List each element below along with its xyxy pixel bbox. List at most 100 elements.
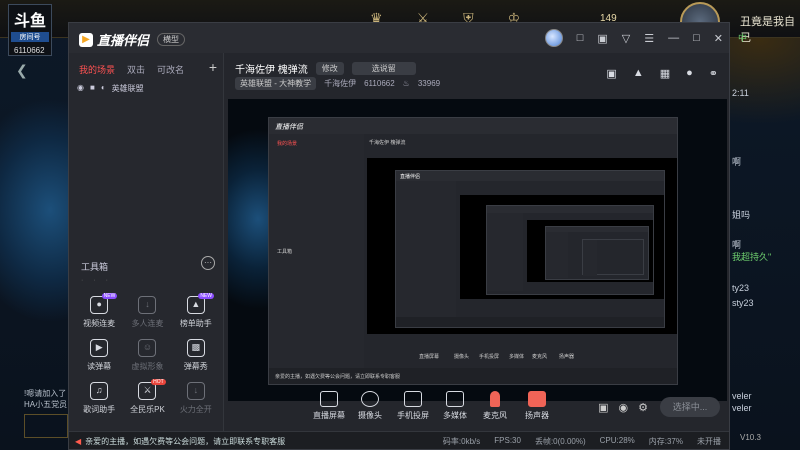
danmu-show-icon: ▩ [186, 339, 205, 357]
stream-stats: 码率:0kb/s FPS:30 丢帧:0(0.00%) CPU:28% 内存:3… [443, 436, 721, 447]
tab-my-scenes[interactable]: 我的场景 [79, 63, 115, 76]
titlebar-controls: □ ▣ ▽ ☰ — □ ✕ [544, 29, 723, 47]
stream-title-row: 千海佐伊 槐弹流 修改 选说留 [235, 61, 416, 76]
bottom-toolbar: 直播屏幕 摄像头 手机投屏 多媒体 麦克风 扬声器 ▣ ◉ ⚙ 选择中... [225, 391, 730, 431]
tool-fire[interactable]: ↓ 火力全开 [172, 382, 220, 415]
nested-preview-1: 直播伴侣 我的场景 千海佐伊 槐弹流 工具箱 亲爱的主播，如遇欠费等公会问题，请… [268, 117, 678, 385]
hot-badge: HOT [151, 379, 166, 385]
tool-read-danmu[interactable]: ▶ 读弹幕 [75, 339, 123, 372]
stat-bitrate: 码率:0kb/s [442, 437, 481, 446]
stream-title: 千海佐伊 槐弹流 [235, 65, 308, 76]
stream-preview[interactable]: 直播伴侣 我的场景 千海佐伊 槐弹流 工具箱 亲爱的主播，如遇欠费等公会问题，请… [228, 99, 727, 401]
scene-panel: 我的场景 双击 可改名 + ◉ ■ ◐ 英雄联盟 工具箱 ··· ··· ● N… [69, 53, 224, 431]
game-room-id: 6110662 [14, 46, 45, 55]
game-version: V10.3 [740, 433, 761, 442]
scene-tabs: 我的场景 双击 可改名 [79, 63, 184, 76]
tool-video-link[interactable]: ● NEW 视频连麦 [75, 293, 123, 329]
multimedia-button[interactable]: 多媒体 [443, 391, 467, 421]
toolbox-scroll-clip: ··· [81, 277, 118, 284]
window-icon[interactable]: ▣ [597, 32, 607, 45]
nested-brand: 直播伴侣 [275, 124, 303, 131]
status-bar: ◀ 亲爱的主播，如遇欠费等公会问题，请立即联系专职客服 码率:0kb/s FPS:… [69, 431, 729, 449]
category-select[interactable]: 选说留 [351, 62, 416, 75]
nested-title: 千海佐伊 槐弹流 [369, 140, 406, 146]
fire-icon: ↓ [186, 382, 205, 400]
megaphone-icon: ◀ [75, 437, 82, 446]
scene-item[interactable]: ◉ ■ ◐ 英雄联盟 [77, 83, 144, 94]
start-live-button[interactable]: 选择中... [660, 397, 720, 417]
message-icon[interactable]: □ [577, 32, 584, 44]
streaming-app-window: ▶ 直播伴侣 横型 □ ▣ ▽ ☰ — □ ✕ 我的场景 双击 可改名 + ◉ … [68, 22, 730, 450]
brand: ▶ 直播伴侣 横型 [79, 30, 186, 49]
screen-capture-button[interactable]: 直播屏幕 [313, 391, 345, 421]
new-badge: NEW [198, 293, 214, 299]
layout-icon[interactable]: ▦ [660, 67, 670, 80]
nested-button-media: 多媒体 [509, 354, 525, 360]
nested-button-phone: 手机投屏 [479, 354, 500, 360]
speaker-icon [528, 391, 546, 407]
close-icon[interactable]: ✕ [714, 32, 723, 45]
stat-cpu: CPU:28% [599, 436, 635, 445]
eye-icon[interactable]: ◉ [619, 401, 629, 414]
category-chip[interactable]: 英雄联盟 - 大神教学 [235, 77, 317, 90]
microphone-icon [490, 391, 500, 407]
stream-info-row: 英雄联盟 - 大神教学 千海佐伊 6110662 ♨ 33969 [235, 77, 440, 90]
bell-icon[interactable]: ● [686, 67, 693, 80]
tool-multi-link[interactable]: ↓ 多人连麦 [123, 296, 171, 329]
minimize-icon[interactable]: — [668, 32, 679, 44]
more-icon[interactable]: ··· [201, 256, 215, 270]
heat-icon: ♨ [402, 79, 410, 88]
read-danmu-icon: ▶ [90, 339, 109, 357]
settings-icon[interactable]: ⚙ [638, 401, 648, 414]
brand-name: 直播伴侣 [97, 33, 150, 48]
tab-double-click[interactable]: 双击 [127, 63, 145, 76]
lock-icon[interactable]: ▲ [633, 67, 644, 80]
chevron-left-icon[interactable]: ❮ [16, 62, 28, 79]
room-id: 6110662 [364, 79, 395, 88]
camera-button[interactable]: 摄像头 [358, 391, 382, 421]
user-avatar[interactable] [544, 29, 563, 47]
microphone-button[interactable]: 麦克风 [483, 391, 507, 421]
share-icon[interactable]: ⚭ [709, 67, 718, 80]
tool-lyrics[interactable]: ♫ 歌词助手 [75, 382, 123, 415]
tool-rank-helper[interactable]: ▲ NEW 榜单助手 [172, 293, 220, 329]
nested-status: 亲爱的主播，如遇欠费等公会问题，请立即联系专职客服 [275, 374, 401, 380]
shirt-icon[interactable]: ▽ [622, 32, 630, 45]
tool-pk[interactable]: ⚔ HOT 全民乐PK [123, 379, 171, 415]
lyrics-icon: ♫ [90, 382, 109, 400]
nested-preview-4 [545, 226, 649, 280]
nested-tab: 我的场景 [277, 141, 298, 147]
menu-icon[interactable]: ☰ [644, 32, 654, 45]
toolbox-title: 工具箱 [81, 262, 109, 272]
record-icon[interactable]: ▣ [598, 401, 608, 414]
nested-preview-3 [486, 205, 654, 295]
lock-icon[interactable]: ■ [90, 83, 95, 94]
phone-icon [404, 391, 422, 407]
eye-icon[interactable]: ◉ [77, 83, 84, 94]
nested-brand-2: 直播伴侣 [400, 174, 421, 180]
edit-title-button[interactable]: 修改 [315, 62, 344, 75]
tab-rename[interactable]: 可改名 [157, 63, 184, 76]
toolbox-grid: ● NEW 视频连麦 ↓ 多人连麦 ▲ NEW 榜单助手 ▶ 读弹幕 ☺ 虚拟形… [75, 293, 220, 415]
layout-badge[interactable]: 横型 [157, 33, 186, 46]
stat-memory: 内存:37% [648, 437, 683, 446]
phone-cast-button[interactable]: 手机投屏 [397, 391, 429, 421]
maximize-icon[interactable]: □ [693, 32, 700, 44]
main-toolbar-icons: ▣ ▲ ▦ ● ⚭ [606, 67, 718, 80]
main-pane: 千海佐伊 槐弹流 修改 选说留 英雄联盟 - 大神教学 千海佐伊 6110662… [225, 53, 730, 431]
titlebar: ▶ 直播伴侣 横型 □ ▣ ▽ ☰ — □ ✕ [69, 23, 729, 53]
add-scene-icon[interactable]: + [209, 59, 217, 75]
tool-virtual-avatar[interactable]: ☺ 虚拟形象 [123, 339, 171, 372]
nested-button-camera: 摄像头 [454, 354, 470, 360]
game-username: 丑竟是我自己 [740, 16, 795, 44]
nested-preview-2: 直播伴侣 [395, 170, 665, 328]
tool-danmu-show[interactable]: ▩ 弹幕秀 [172, 339, 220, 372]
gift-icon[interactable]: ▣ [606, 67, 616, 80]
monitor-icon [320, 391, 338, 407]
nested-button-screen: 直播屏幕 [419, 354, 440, 360]
scene-item-label: 英雄联盟 [111, 84, 144, 93]
scene-type-icon: ◐ [100, 83, 106, 92]
nested-button-speaker: 扬声器 [559, 354, 575, 360]
heat-value: 33969 [417, 79, 441, 88]
speaker-button[interactable]: 扬声器 [525, 391, 549, 421]
